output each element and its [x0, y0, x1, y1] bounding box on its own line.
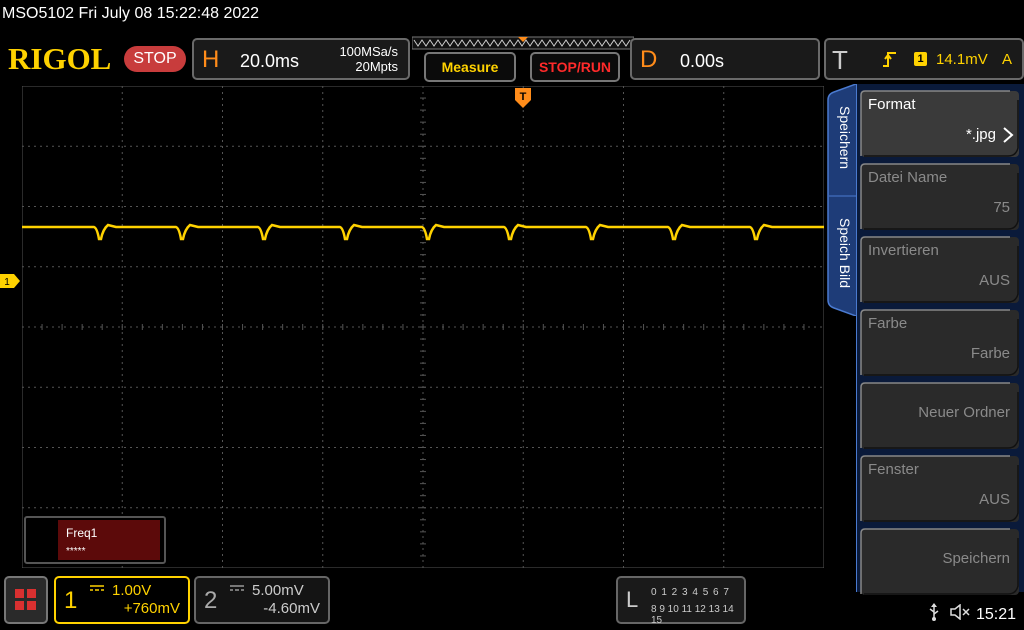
side-menu-item-5[interactable]: Fenster AUS — [860, 455, 1020, 523]
window-title: MSO5102 Fri July 08 15:22:48 2022 — [2, 5, 260, 22]
rigol-logo: RIGOL — [8, 41, 112, 76]
side-menu-item-value: AUS — [979, 491, 1010, 508]
channel1-marker-label: 1 — [4, 277, 10, 288]
trigger-position-marker[interactable]: T — [515, 88, 531, 108]
side-menu-tabs[interactable]: Speichern Speich Bild — [826, 84, 856, 316]
trigger-position-bar — [412, 36, 634, 50]
delay-panel[interactable]: D 0.00s — [630, 38, 820, 80]
side-menu-item-label: Farbe — [868, 315, 908, 332]
channel1-offset-marker[interactable]: 1 — [0, 274, 20, 288]
channel2-offset: -4.60mV — [263, 600, 320, 617]
measurement-label: Freq1 — [66, 526, 98, 540]
trigger-panel[interactable]: T 1 14.1mV A — [824, 38, 1024, 80]
logic-label: L — [626, 587, 639, 612]
side-menu-item-label: Fenster — [868, 461, 919, 478]
speaker-muted-icon[interactable] — [950, 604, 972, 620]
side-menu-item-3[interactable]: Farbe Farbe — [860, 309, 1020, 377]
channel2-number: 2 — [204, 587, 218, 614]
side-menu-item-label: Datei Name — [868, 169, 948, 186]
channel1-offset: +760mV — [123, 600, 180, 617]
side-menu-item-0[interactable]: Format *.jpg — [860, 90, 1020, 158]
rising-edge-icon — [883, 52, 896, 67]
stop-run-button[interactable]: STOP/RUN — [530, 52, 620, 82]
run-state-badge: STOP — [124, 46, 186, 72]
trigger-marker-label: T — [520, 91, 527, 103]
trigger-level: 14.1mV — [936, 51, 988, 68]
side-menu-item-value: *.jpg — [965, 126, 996, 143]
side-menu-item-value: AUS — [979, 272, 1010, 289]
side-menu-item-value: 75 — [993, 199, 1010, 216]
side-menu-item-value: Farbe — [970, 345, 1010, 362]
channel1-number: 1 — [64, 587, 78, 614]
menu-grid-icon — [15, 589, 36, 610]
side-menu-item-2[interactable]: Invertieren AUS — [860, 236, 1020, 304]
main-menu-button[interactable] — [4, 576, 48, 624]
memory-depth: 20Mpts — [355, 59, 398, 74]
logic-channels-low: 0 1 2 3 4 5 6 7 — [651, 587, 730, 598]
timebase-value: 20.0ms — [240, 51, 300, 71]
waveform-display[interactable] — [22, 86, 824, 568]
side-menu-panel: Format *.jpg Datei Name 75 Invertieren AUS Far… — [856, 84, 1024, 595]
trigger-source-badge: 1 — [914, 52, 927, 66]
channel1-panel[interactable]: 1 1.00V +760mV — [54, 576, 190, 624]
tab-speichern[interactable]: Speichern — [837, 106, 853, 169]
side-menu-item-4[interactable]: Neuer Ordner — [860, 382, 1020, 450]
channel1-scale: 1.00V — [112, 582, 152, 599]
dc-coupling-icon — [90, 585, 104, 591]
logic-channels-high: 8 9 10 11 12 13 14 15 — [651, 604, 734, 626]
delay-value: 0.00s — [680, 51, 725, 71]
chevron-right-icon — [1003, 127, 1014, 143]
side-menu-item-value: Neuer Ordner — [918, 404, 1010, 421]
measure-button[interactable]: Measure — [424, 52, 516, 82]
measurement-readout[interactable]: Freq1 ***** — [24, 516, 166, 564]
trigger-label: T — [832, 45, 848, 75]
side-menu-item-value: Speichern — [942, 550, 1010, 567]
tab-speich-bild[interactable]: Speich Bild — [837, 218, 853, 288]
sample-rate: 100MSa/s — [339, 44, 398, 59]
trigger-mode: A — [1002, 51, 1013, 68]
channel2-scale: 5.00mV — [252, 582, 304, 599]
dc-coupling-icon — [230, 585, 244, 591]
horizontal-panel[interactable]: H 20.0ms 100MSa/s 20Mpts — [192, 38, 410, 80]
system-clock: 15:21 — [976, 606, 1017, 623]
usb-icon — [929, 603, 939, 621]
side-menu-item-6[interactable]: Speichern — [860, 528, 1020, 596]
delay-label: D — [640, 46, 658, 73]
channel2-panel[interactable]: 2 5.00mV -4.60mV — [194, 576, 330, 624]
side-menu-item-label: Format — [868, 96, 916, 113]
logic-analyzer-panel[interactable]: L 0 1 2 3 4 5 6 7 8 9 10 11 12 13 14 15 — [616, 576, 746, 626]
side-menu-item-1[interactable]: Datei Name 75 — [860, 163, 1020, 231]
side-menu-item-label: Invertieren — [868, 242, 939, 259]
horizontal-label: H — [202, 46, 220, 73]
measurement-value: ***** — [66, 546, 86, 557]
